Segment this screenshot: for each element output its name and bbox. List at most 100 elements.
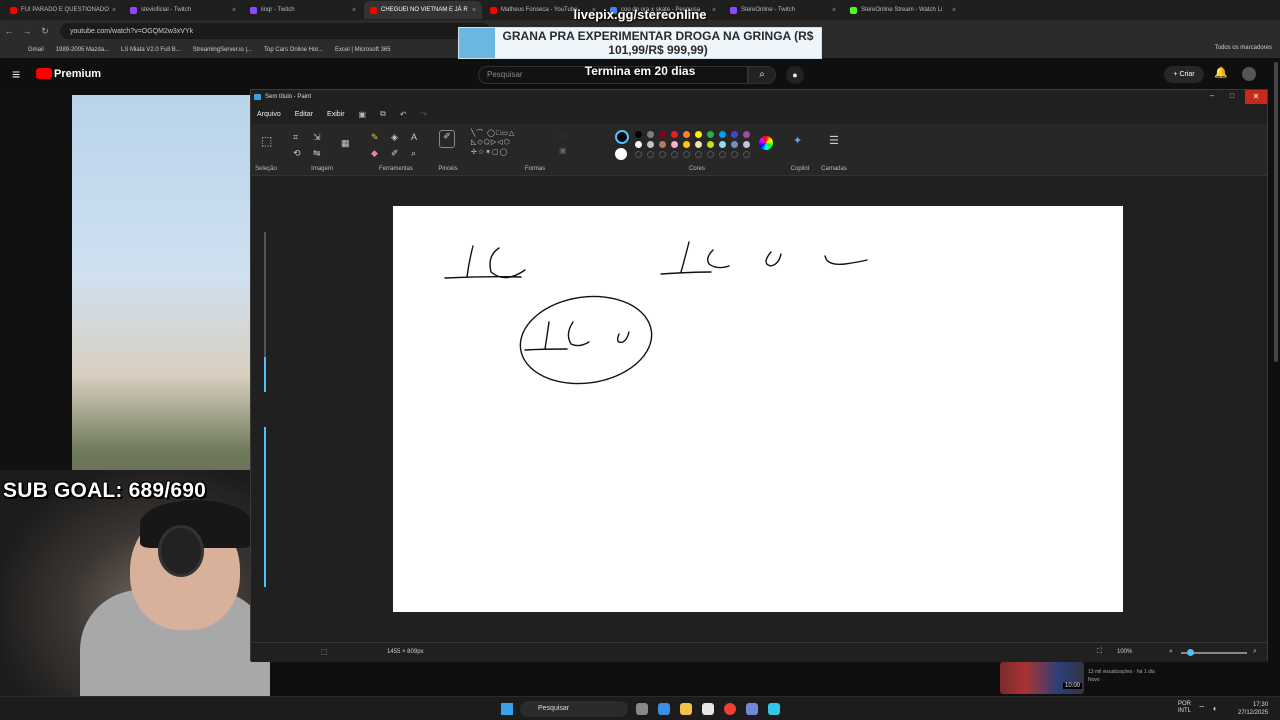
color-swatch[interactable] — [731, 141, 738, 148]
tab-close-icon[interactable]: × — [472, 7, 476, 14]
color-swatch[interactable] — [719, 131, 726, 138]
url-field[interactable]: youtube.com/watch?v=OGQM2w3xVYk — [60, 23, 490, 39]
browser-tab[interactable]: linqr - Twitch × — [244, 1, 362, 19]
color-swatch[interactable] — [695, 141, 702, 148]
magnifier-icon[interactable]: ⌕ — [411, 148, 416, 159]
volume-icon[interactable]: ◖ — [1212, 704, 1217, 713]
network-icon[interactable]: ⌔ — [1198, 704, 1206, 714]
fit-window-icon[interactable]: ⛶ — [1097, 648, 1102, 656]
save-icon[interactable]: ▣ — [359, 110, 367, 119]
file-explorer-icon[interactable] — [680, 703, 692, 715]
paint-title-bar[interactable]: Sem título - Paint — [251, 90, 1267, 104]
notifications-bell-icon[interactable]: 🔔 — [1214, 66, 1228, 79]
group-copilot[interactable]: ✦ Copilot — [787, 126, 813, 174]
shapes-row3-icon[interactable]: ✢☆✶▢◯ — [471, 148, 508, 156]
palette-row-1[interactable] — [635, 130, 755, 140]
taskbar-clock[interactable]: 17:30 27/12/2025 — [1238, 701, 1268, 717]
color-swatch[interactable] — [719, 151, 726, 158]
image-select-icon[interactable]: ▦ — [341, 138, 350, 149]
edit-colors-icon[interactable] — [759, 136, 773, 150]
tab-close-icon[interactable]: × — [112, 7, 116, 14]
rotate-icon[interactable]: ⟲ — [293, 148, 301, 159]
notepad-icon[interactable] — [702, 703, 714, 715]
copilot-icon[interactable]: ✦ — [793, 134, 802, 147]
color-swatch[interactable] — [695, 131, 702, 138]
color-swatch[interactable] — [635, 131, 642, 138]
browser-tab[interactable]: FUI PARADO E QUESTIONADO × — [4, 1, 122, 19]
color-swatch[interactable] — [743, 131, 750, 138]
tab-close-icon[interactable]: × — [352, 7, 356, 14]
menu-exibir[interactable]: Exibir — [327, 111, 345, 118]
color-swatch[interactable] — [743, 141, 750, 148]
back-icon[interactable]: ← — [0, 26, 18, 36]
reload-icon[interactable]: ↻ — [36, 26, 54, 37]
outline-icon[interactable]: ◌ — [559, 132, 564, 141]
chrome-icon[interactable] — [724, 703, 736, 715]
color-swatch[interactable] — [731, 131, 738, 138]
group-shapes[interactable]: ╲⌒ ◯□▭△ ◺◇⬠▷◁⬡ ✢☆✶▢◯ ◌ ▣ Formas — [467, 126, 603, 174]
secondary-color-swatch[interactable] — [615, 148, 627, 160]
color-swatch[interactable] — [683, 151, 690, 158]
color-swatch[interactable] — [671, 131, 678, 138]
group-brushes[interactable]: ✐ Pincéis — [433, 126, 463, 174]
page-scrollbar[interactable] — [1274, 62, 1278, 362]
color-swatch[interactable] — [671, 141, 678, 148]
maximize-icon[interactable]: □ — [1225, 90, 1239, 104]
color-swatch[interactable] — [647, 151, 654, 158]
color-swatch[interactable] — [719, 141, 726, 148]
palette-row-custom[interactable] — [635, 150, 755, 160]
microphone-icon[interactable]: ● — [786, 66, 804, 84]
redo-icon[interactable]: ↷ — [421, 110, 428, 119]
layers-icon[interactable]: ☰ — [829, 134, 839, 147]
create-button[interactable]: + Criar — [1164, 66, 1204, 83]
eraser-icon[interactable]: ◆ — [371, 148, 378, 159]
browser-tab-active[interactable]: CHEGUEI NO VIETNAM E JÁ R × — [364, 1, 482, 19]
color-swatch[interactable] — [647, 131, 654, 138]
color-swatch[interactable] — [635, 151, 642, 158]
color-swatch[interactable] — [659, 151, 666, 158]
brush-icon[interactable]: ✐ — [439, 130, 455, 148]
group-layers[interactable]: ☰ Camadas — [819, 126, 849, 174]
all-bookmarks-link[interactable]: Todos os marcadores — [1215, 45, 1272, 51]
bookmark-item[interactable]: 1989-2005 Mazda... — [56, 47, 109, 53]
tab-close-icon[interactable]: × — [952, 7, 956, 14]
selection-icon[interactable]: ⬚ — [261, 134, 272, 148]
color-swatch[interactable] — [731, 151, 738, 158]
browser-tab[interactable]: stevioficial - Twitch × — [124, 1, 242, 19]
zoom-out-icon[interactable]: ⌕ — [1169, 648, 1173, 656]
search-icon[interactable]: ⌕ — [748, 66, 776, 84]
color-swatch[interactable] — [671, 151, 678, 158]
group-tools[interactable]: ✎ ◈ A ◆ ✐ ⌕ Ferramentas — [363, 126, 429, 174]
color-swatch[interactable] — [707, 151, 714, 158]
color-swatch[interactable] — [695, 151, 702, 158]
color-picker-icon[interactable]: ✐ — [391, 148, 399, 159]
forward-icon[interactable]: → — [18, 26, 36, 36]
youtube-brand[interactable]: Premium — [54, 68, 101, 80]
youtube-logo-icon[interactable] — [36, 68, 52, 79]
color-swatch[interactable] — [659, 131, 666, 138]
recommended-video-thumbnail[interactable] — [1000, 662, 1084, 694]
avatar[interactable] — [1242, 67, 1256, 81]
color-swatch[interactable] — [683, 141, 690, 148]
paint-taskbar-icon[interactable] — [768, 703, 780, 715]
group-selection[interactable]: ⬚ Seleção — [253, 126, 279, 174]
color-swatch[interactable] — [647, 141, 654, 148]
share-icon[interactable]: ⧉ — [380, 109, 386, 119]
group-image[interactable]: ⌗ ⇲ ⟲ ⇋ ▦ Imagem — [285, 126, 359, 174]
menu-arquivo[interactable]: Arquivo — [257, 111, 281, 118]
flip-icon[interactable]: ⇋ — [313, 148, 321, 159]
color-swatch[interactable] — [707, 131, 714, 138]
color-swatch[interactable] — [635, 141, 642, 148]
drawing-canvas[interactable] — [393, 206, 1123, 612]
shape-fill-icon[interactable]: ▣ — [559, 146, 567, 155]
store-icon[interactable] — [658, 703, 670, 715]
tab-close-icon[interactable]: × — [832, 7, 836, 14]
shapes-row2-icon[interactable]: ◺◇⬠▷◁⬡ — [471, 138, 511, 146]
browser-tab[interactable]: StereOnline Stream - Watch Li × — [844, 1, 962, 19]
close-icon[interactable]: ✕ — [1245, 90, 1267, 104]
browser-tab[interactable]: StereOnline - Twitch × — [724, 1, 842, 19]
group-colors[interactable]: Cores — [607, 126, 787, 174]
color-swatch[interactable] — [707, 141, 714, 148]
bookmark-item[interactable]: Gmail — [28, 47, 44, 53]
minimize-icon[interactable]: – — [1205, 90, 1219, 104]
